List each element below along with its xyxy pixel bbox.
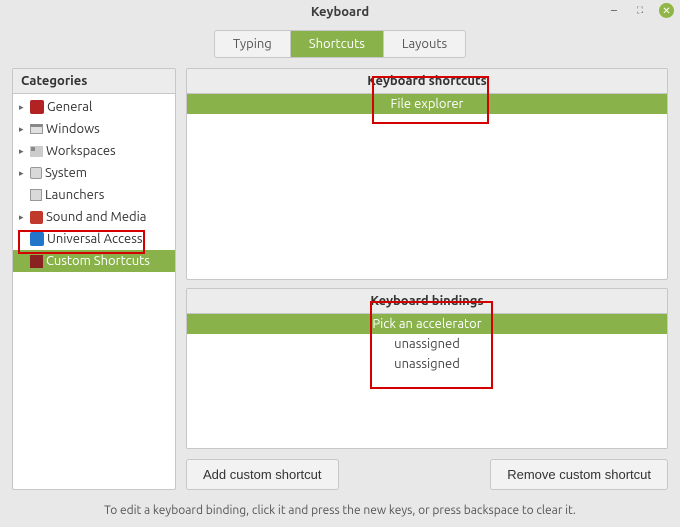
tab-layouts[interactable]: Layouts xyxy=(384,31,465,57)
sidebar-item-custom-shortcuts[interactable]: Custom Shortcuts xyxy=(13,250,175,272)
footer-hint: To edit a keyboard binding, click it and… xyxy=(0,498,680,527)
main-area: Categories ▸General ▸Windows ▸Workspaces… xyxy=(0,68,680,498)
sidebar-item-universal-access[interactable]: Universal Access xyxy=(13,228,175,250)
bindings-list: Pick an accelerator unassigned unassigne… xyxy=(187,314,667,448)
keyboard-shortcuts-panel: Keyboard shortcuts File explorer xyxy=(186,68,668,280)
binding-row[interactable]: unassigned xyxy=(187,354,667,374)
sidebar-item-general[interactable]: ▸General xyxy=(13,96,175,118)
close-button[interactable]: ✕ xyxy=(659,3,674,18)
tab-typing[interactable]: Typing xyxy=(215,31,291,57)
sidebar-item-workspaces[interactable]: ▸Workspaces xyxy=(13,140,175,162)
buttons-row: Add custom shortcut Remove custom shortc… xyxy=(186,457,668,490)
remove-custom-shortcut-button[interactable]: Remove custom shortcut xyxy=(490,459,668,490)
tab-bar: Typing Shortcuts Layouts xyxy=(0,24,680,68)
system-icon xyxy=(30,167,42,179)
keyboard-settings-window: Keyboard – ⛶ ✕ Typing Shortcuts Layouts … xyxy=(0,0,680,527)
sidebar-item-label: Launchers xyxy=(45,186,104,204)
tab-shortcuts[interactable]: Shortcuts xyxy=(291,31,384,57)
sidebar-item-label: Windows xyxy=(46,120,100,138)
maximize-button[interactable]: ⛶ xyxy=(633,4,647,18)
keyboard-bindings-header: Keyboard bindings xyxy=(187,289,667,314)
sidebar-item-label: Workspaces xyxy=(46,142,116,160)
sidebar-item-sound[interactable]: ▸Sound and Media xyxy=(13,206,175,228)
sidebar-item-label: System xyxy=(45,164,87,182)
windows-icon xyxy=(30,124,43,134)
sidebar-item-windows[interactable]: ▸Windows xyxy=(13,118,175,140)
keyboard-bindings-panel: Keyboard bindings Pick an accelerator un… xyxy=(186,288,668,449)
custom-icon xyxy=(30,255,43,268)
minimize-button[interactable]: – xyxy=(607,4,621,18)
sidebar-item-label: General xyxy=(47,98,92,116)
sidebar-item-label: Universal Access xyxy=(47,230,142,248)
right-column: Keyboard shortcuts File explorer Keyboar… xyxy=(186,68,668,490)
add-custom-shortcut-button[interactable]: Add custom shortcut xyxy=(186,459,339,490)
launchers-icon xyxy=(30,189,42,201)
binding-row[interactable]: Pick an accelerator xyxy=(187,314,667,334)
sound-icon xyxy=(30,211,43,224)
window-title: Keyboard xyxy=(311,5,369,19)
categories-panel: Categories ▸General ▸Windows ▸Workspaces… xyxy=(12,68,176,490)
binding-row[interactable]: unassigned xyxy=(187,334,667,354)
titlebar: Keyboard – ⛶ ✕ xyxy=(0,0,680,24)
sidebar-item-launchers[interactable]: Launchers xyxy=(13,184,175,206)
shortcut-row[interactable]: File explorer xyxy=(187,94,667,114)
categories-tree: ▸General ▸Windows ▸Workspaces ▸System La… xyxy=(13,94,175,489)
shortcuts-list: File explorer xyxy=(187,94,667,279)
accessibility-icon xyxy=(30,232,44,246)
general-icon xyxy=(30,100,44,114)
keyboard-shortcuts-header: Keyboard shortcuts xyxy=(187,69,667,94)
sidebar-item-label: Custom Shortcuts xyxy=(46,252,150,270)
categories-header: Categories xyxy=(13,69,175,94)
sidebar-item-system[interactable]: ▸System xyxy=(13,162,175,184)
sidebar-item-label: Sound and Media xyxy=(46,208,146,226)
workspaces-icon xyxy=(30,146,43,157)
window-controls: – ⛶ ✕ xyxy=(607,3,674,18)
